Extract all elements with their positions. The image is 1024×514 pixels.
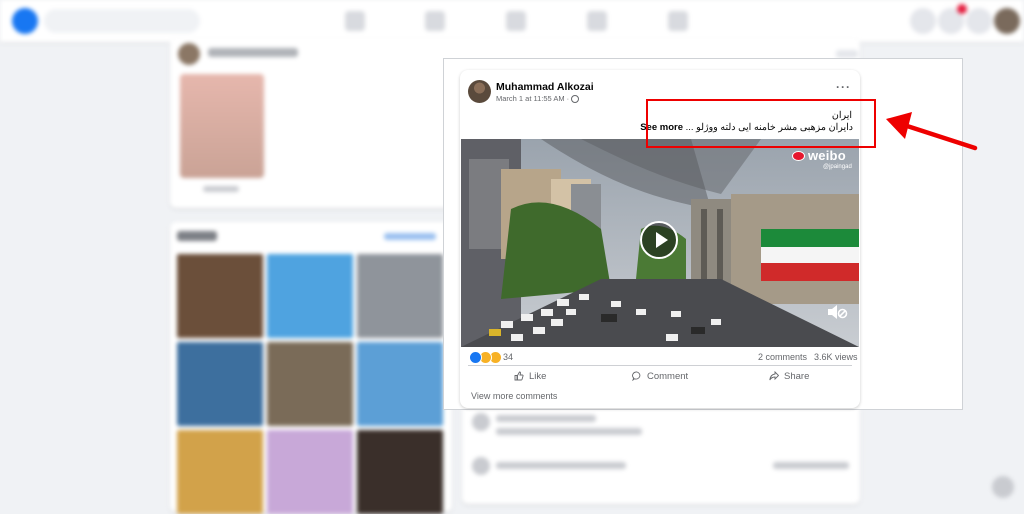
comment-label: Comment xyxy=(647,370,689,382)
mute-icon[interactable] xyxy=(826,303,848,321)
profile-avatar[interactable] xyxy=(994,8,1020,34)
comment-icons xyxy=(773,462,849,469)
marketplace-icon[interactable] xyxy=(587,11,607,31)
share-icon xyxy=(769,371,779,381)
divider xyxy=(468,365,852,366)
reaction-count[interactable]: 34 xyxy=(503,352,513,362)
notifications-icon[interactable] xyxy=(966,8,992,34)
reaction-icons[interactable] xyxy=(469,351,502,364)
profile-photo xyxy=(180,74,264,178)
photo-thumb[interactable] xyxy=(267,342,353,426)
like-button[interactable]: Like xyxy=(514,368,546,384)
notification-badge xyxy=(957,4,967,14)
video-watermark: weibo xyxy=(808,148,846,163)
author-name[interactable]: Muhammad Alkozai xyxy=(496,81,594,93)
photo-thumb[interactable] xyxy=(267,254,353,338)
highlight-box xyxy=(646,99,876,148)
photo-thumb[interactable] xyxy=(357,430,443,514)
photo-thumb[interactable] xyxy=(357,254,443,338)
scroll-button xyxy=(992,476,1014,498)
timestamp-text: March 1 at 11:55 AM xyxy=(496,94,565,103)
thumbs-up-icon xyxy=(514,371,524,381)
weibo-logo-icon xyxy=(792,151,805,161)
menu-icon[interactable] xyxy=(910,8,936,34)
photo-thumb[interactable] xyxy=(177,342,263,426)
video-watermark-sub: @jpaingad xyxy=(823,164,852,170)
comment-line xyxy=(496,415,596,422)
comment-icon xyxy=(632,371,641,381)
photo-thumb[interactable] xyxy=(177,430,263,514)
photo-thumb[interactable] xyxy=(357,342,443,426)
post-stats: 2 comments 3.6K views xyxy=(758,352,865,362)
avatar xyxy=(472,457,490,475)
photos-title xyxy=(177,231,217,241)
groups-icon[interactable] xyxy=(668,11,688,31)
comment-input xyxy=(496,462,626,469)
play-button-icon[interactable] xyxy=(640,221,678,259)
author-avatar[interactable] xyxy=(468,80,491,103)
post-timestamp[interactable]: March 1 at 11:55 AM · xyxy=(496,94,580,103)
more-options-icon[interactable]: ··· xyxy=(836,80,851,94)
photo-thumb[interactable] xyxy=(177,254,263,338)
red-arrow-icon xyxy=(886,112,978,151)
see-all-photos-link[interactable] xyxy=(384,233,436,240)
comment-button[interactable]: Comment xyxy=(632,368,688,384)
avatar xyxy=(178,43,200,65)
search-input[interactable] xyxy=(44,9,200,33)
top-navigation-bar xyxy=(0,0,1024,42)
photo-caption xyxy=(203,186,239,192)
share-label: Share xyxy=(784,370,810,382)
watch-icon[interactable] xyxy=(506,11,526,31)
facebook-logo-icon[interactable] xyxy=(12,8,38,34)
comments-count[interactable]: 2 comments xyxy=(758,352,807,362)
avatar xyxy=(472,413,490,431)
profile-name xyxy=(208,48,298,57)
dot-separator: · xyxy=(566,94,570,103)
views-count: 3.6K views xyxy=(814,352,858,362)
like-reaction-icon xyxy=(469,351,482,364)
photo-thumb[interactable] xyxy=(267,430,353,514)
home-icon[interactable] xyxy=(345,11,365,31)
share-button[interactable]: Share xyxy=(769,368,809,384)
friends-icon[interactable] xyxy=(425,11,445,31)
like-label: Like xyxy=(529,370,547,382)
bg-button xyxy=(836,50,858,58)
view-more-comments-link[interactable]: View more comments xyxy=(471,391,557,401)
comment-line xyxy=(496,428,642,435)
globe-icon xyxy=(571,94,580,103)
